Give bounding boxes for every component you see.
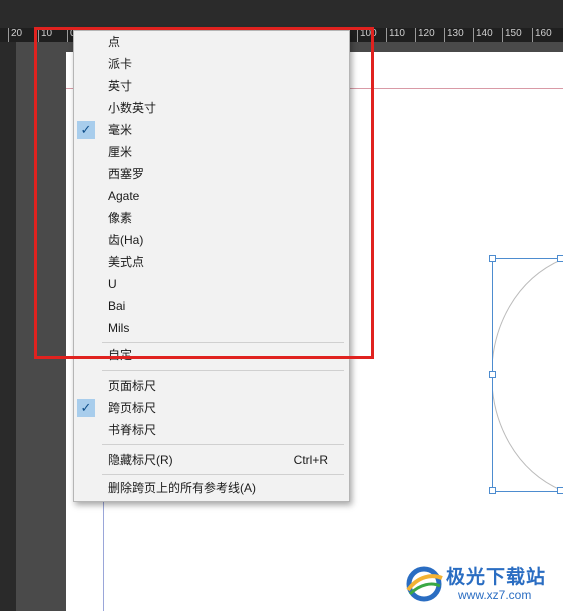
menu-item-points[interactable]: 点 bbox=[74, 31, 349, 53]
menu-item-label: 派卡 bbox=[108, 57, 133, 71]
menu-item-label: 隐藏标尺(R) bbox=[108, 453, 173, 467]
menu-item-inches-decimal[interactable]: 小数英寸 bbox=[74, 97, 349, 119]
menu-item-ha[interactable]: 齿(Ha) bbox=[74, 229, 349, 251]
menu-item-label: 厘米 bbox=[108, 145, 133, 159]
menu-item-millimeters[interactable]: ✓ 毫米 bbox=[74, 119, 349, 141]
menu-item-label: 小数英寸 bbox=[108, 101, 157, 115]
menu-item-label: U bbox=[108, 277, 117, 291]
menu-item-bai[interactable]: Bai bbox=[74, 295, 349, 317]
menu-item-picas[interactable]: 派卡 bbox=[74, 53, 349, 75]
watermark-url: www.xz7.com bbox=[458, 588, 532, 602]
application-bar bbox=[0, 0, 563, 28]
menu-item-american-points[interactable]: 美式点 bbox=[74, 251, 349, 273]
resize-handle[interactable] bbox=[489, 371, 496, 378]
menu-item-hide-rulers[interactable]: 隐藏标尺(R) Ctrl+R bbox=[74, 449, 349, 471]
menu-separator bbox=[102, 342, 344, 343]
menu-item-label: Agate bbox=[108, 189, 140, 203]
ruler-tick: 150 bbox=[502, 28, 522, 42]
menu-item-inches[interactable]: 英寸 bbox=[74, 75, 349, 97]
menu-item-shortcut: Ctrl+R bbox=[293, 453, 328, 467]
menu-item-page-ruler[interactable]: 页面标尺 bbox=[74, 375, 349, 397]
vertical-ruler[interactable] bbox=[0, 42, 16, 611]
menu-separator bbox=[102, 444, 344, 445]
resize-handle[interactable] bbox=[557, 255, 563, 262]
resize-handle[interactable] bbox=[557, 487, 563, 494]
menu-item-pixels[interactable]: 像素 bbox=[74, 207, 349, 229]
menu-item-mils[interactable]: Mils bbox=[74, 317, 349, 339]
menu-item-label: 英寸 bbox=[108, 79, 133, 93]
menu-item-label: 书脊标尺 bbox=[108, 423, 157, 437]
ruler-tick: 110 bbox=[386, 28, 405, 42]
ruler-tick: 160 bbox=[532, 28, 552, 42]
menu-item-centimeters[interactable]: 厘米 bbox=[74, 141, 349, 163]
menu-item-spread-ruler[interactable]: ✓ 跨页标尺 bbox=[74, 397, 349, 419]
menu-separator bbox=[102, 474, 344, 475]
selected-ellipse-frame[interactable] bbox=[489, 255, 563, 494]
ruler-tick: 140 bbox=[473, 28, 493, 42]
menu-item-label: 美式点 bbox=[108, 255, 145, 269]
ruler-tick: 10 bbox=[38, 28, 52, 42]
checkmark-icon: ✓ bbox=[77, 399, 95, 417]
menu-separator bbox=[102, 370, 344, 371]
menu-item-label: Mils bbox=[108, 321, 130, 335]
menu-item-label: 跨页标尺 bbox=[108, 401, 157, 415]
menu-item-label: 页面标尺 bbox=[108, 379, 157, 393]
ruler-tick: 100 bbox=[357, 28, 377, 42]
menu-item-u[interactable]: U bbox=[74, 273, 349, 295]
menu-item-label: Bai bbox=[108, 299, 126, 313]
watermark-name: 极光下载站 bbox=[446, 567, 547, 588]
watermark: 极光下载站 www.xz7.com bbox=[404, 558, 563, 608]
menu-item-label: 齿(Ha) bbox=[108, 233, 144, 247]
ruler-units-context-menu: 点 派卡 英寸 小数英寸 ✓ 毫米 厘米 西塞罗 Agate 像素 齿(Ha) 美… bbox=[73, 30, 350, 502]
resize-handle[interactable] bbox=[489, 487, 496, 494]
ellipse-shape bbox=[493, 259, 563, 491]
aurora-logo-icon bbox=[406, 566, 443, 602]
menu-item-label: 西塞罗 bbox=[108, 167, 145, 181]
menu-item-delete-guides[interactable]: 删除跨页上的所有参考线(A) bbox=[74, 477, 349, 499]
menu-item-ciceros[interactable]: 西塞罗 bbox=[74, 163, 349, 185]
menu-item-label: 点 bbox=[108, 35, 121, 49]
checkmark-icon: ✓ bbox=[77, 121, 95, 139]
menu-item-agates[interactable]: Agate bbox=[74, 185, 349, 207]
resize-handle[interactable] bbox=[489, 255, 496, 262]
menu-item-spine-ruler[interactable]: 书脊标尺 bbox=[74, 419, 349, 441]
menu-item-label: 毫米 bbox=[108, 123, 133, 137]
menu-item-custom[interactable]: 自定... bbox=[74, 344, 349, 366]
ruler-tick: 20 bbox=[8, 28, 22, 42]
ruler-tick: 130 bbox=[444, 28, 464, 42]
menu-item-label: 像素 bbox=[108, 211, 133, 225]
menu-item-label: 自定... bbox=[108, 348, 143, 362]
ruler-tick: 120 bbox=[415, 28, 435, 42]
menu-item-label: 删除跨页上的所有参考线(A) bbox=[108, 481, 256, 495]
